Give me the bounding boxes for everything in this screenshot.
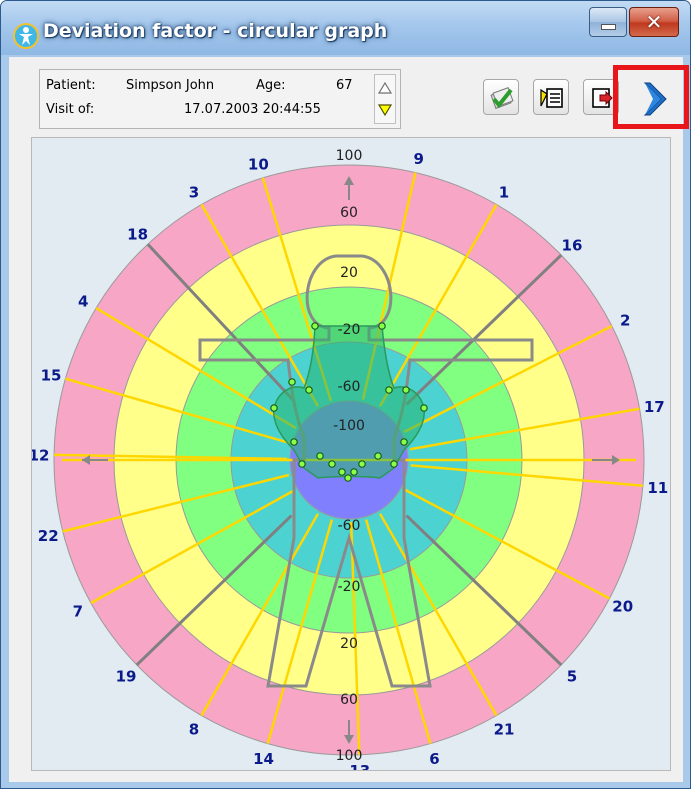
notepad-icon (540, 88, 563, 108)
deviation-circular-graph: 1006020-20-60-100-60-20206010010 91162171… (32, 148, 668, 770)
sector-label: 14 (253, 750, 274, 768)
data-point (316, 452, 324, 460)
ring-label-top: -100 (333, 418, 365, 434)
data-point (298, 460, 306, 468)
data-point (390, 460, 398, 468)
close-icon: ✕ (645, 10, 663, 34)
data-point (378, 322, 386, 330)
sector-label: 5 (567, 667, 577, 685)
age-label: Age: (256, 78, 286, 93)
sector-label: 18 (127, 225, 148, 243)
next-button-highlight (613, 65, 689, 129)
window: Deviation factor - circular graph ✕ Pati… (0, 0, 691, 789)
ring-label-bottom: 60 (340, 692, 358, 708)
data-point (311, 322, 319, 330)
visit-spinner[interactable] (374, 74, 396, 124)
data-point (270, 404, 278, 412)
ring-label-top: -60 (338, 379, 361, 395)
data-point (328, 460, 336, 468)
window-title: Deviation factor - circular graph (43, 20, 388, 42)
sector-label: 10 (248, 156, 269, 174)
ring-label-top: 60 (340, 205, 358, 221)
sector-label: 21 (494, 720, 515, 738)
data-point (288, 378, 296, 386)
minimize-icon (600, 24, 616, 30)
check-notes-icon (490, 87, 514, 109)
sector-label: 13 (349, 762, 370, 770)
patient-label: Patient: (46, 78, 96, 93)
minimize-button[interactable] (589, 7, 627, 37)
data-point (290, 438, 298, 446)
data-point (402, 386, 410, 394)
client-area: Patient: Simpson John Age: 67 Visit of: … (9, 57, 689, 782)
exit-icon (592, 88, 613, 108)
patient-name: Simpson John (126, 78, 215, 93)
data-point (350, 468, 358, 476)
age-value: 67 (336, 78, 353, 93)
data-point (344, 474, 352, 482)
circular-graph-panel: 100 60 20 -20 -60 -100 -60 -20 20 60 100 10 9 1 16 2 17 1… (31, 137, 671, 771)
sector-label: 4 (78, 292, 88, 310)
title-bar[interactable]: Deviation factor - circular graph ✕ (1, 1, 690, 55)
down-arrow-icon[interactable] (375, 101, 395, 119)
ring-label-bottom: 20 (340, 636, 358, 652)
sector-label: 12 (32, 447, 49, 465)
sector-label: 17 (644, 398, 665, 416)
sector-label: 16 (562, 237, 583, 255)
data-point (420, 404, 428, 412)
sector-label: 7 (73, 602, 83, 620)
ring-label-top: 100 (336, 148, 363, 164)
ring-label-top: 20 (340, 265, 358, 281)
data-point (305, 386, 313, 394)
sector-label: 8 (189, 720, 199, 738)
sector-label: 19 (116, 667, 137, 685)
sector-label: 1 (499, 184, 509, 202)
sector-label: 6 (429, 750, 439, 768)
notes-check-button[interactable] (483, 79, 519, 115)
app-logo-icon (13, 23, 39, 49)
sector-label: 2 (620, 311, 630, 329)
close-button[interactable]: ✕ (629, 7, 679, 37)
sector-label: 22 (38, 527, 59, 545)
data-point (338, 468, 346, 476)
sector-label: 11 (647, 479, 668, 497)
sector-label: 3 (189, 184, 199, 202)
ring-label-top: -20 (338, 322, 361, 338)
notepad-button[interactable] (533, 79, 569, 115)
sector-label: 9 (414, 150, 424, 168)
patient-info-box: Patient: Simpson John Age: 67 Visit of: … (39, 69, 401, 129)
visit-label: Visit of: (46, 102, 95, 117)
sector-label: 15 (41, 367, 62, 385)
data-point (385, 386, 393, 394)
up-arrow-icon[interactable] (375, 79, 395, 97)
data-point (358, 460, 366, 468)
ring-label-bottom: -60 (338, 518, 361, 534)
visit-datetime: 17.07.2003 20:44:55 (184, 102, 321, 117)
ring-label-bottom: -20 (338, 579, 361, 595)
data-point (374, 452, 382, 460)
data-point (400, 438, 408, 446)
sector-label: 20 (612, 598, 633, 616)
